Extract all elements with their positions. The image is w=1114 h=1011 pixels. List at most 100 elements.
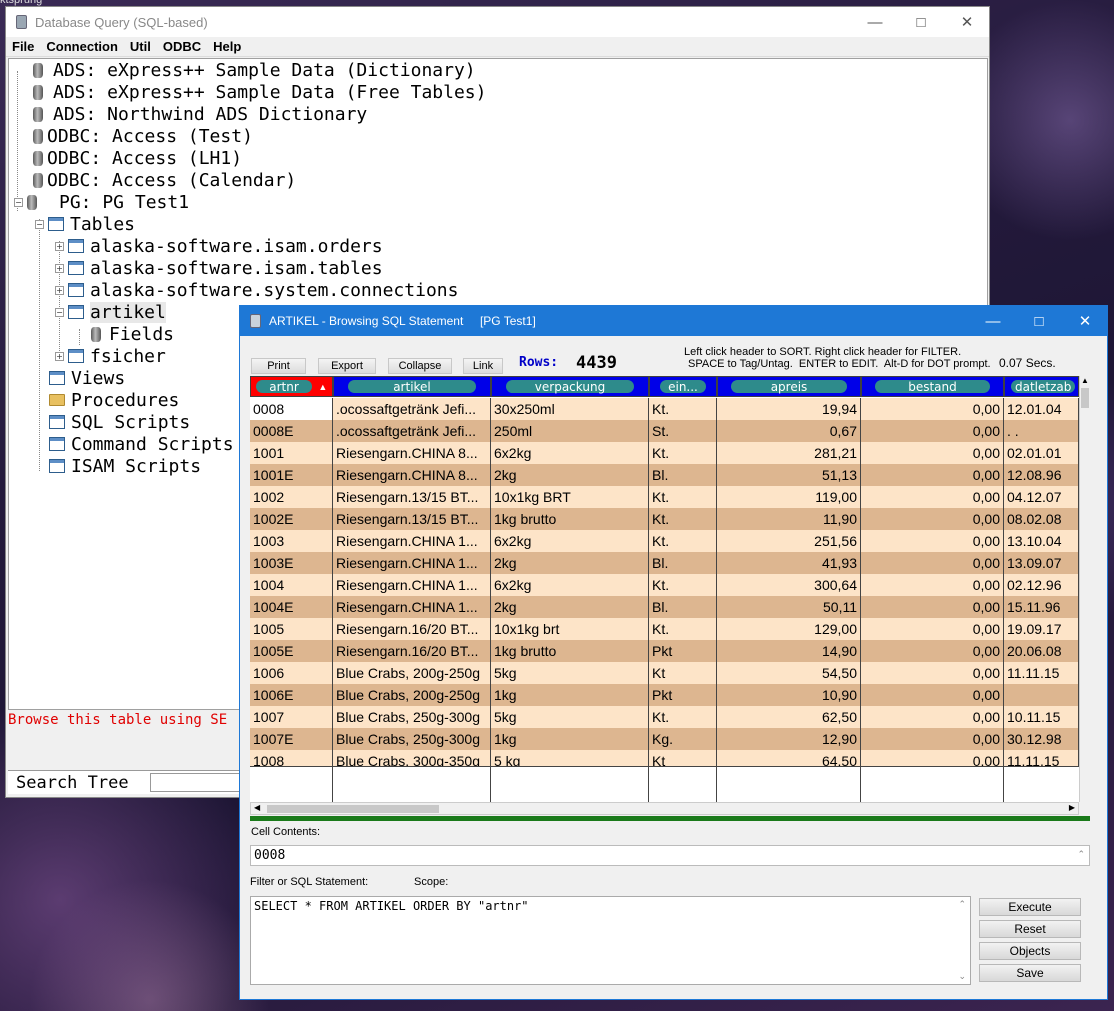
tree-node-ads-northwind[interactable]: ADS: Northwind ADS Dictionary xyxy=(33,103,367,125)
search-tree-input[interactable] xyxy=(150,773,250,792)
cell-apreis[interactable]: 19,94 xyxy=(717,398,861,420)
cell-artikel[interactable]: Riesengarn.CHINA 1... xyxy=(333,530,491,552)
cell-einheit[interactable]: Kg. xyxy=(649,728,717,750)
tree-node-odbc-test[interactable]: ODBC: Access (Test) xyxy=(33,125,253,147)
tree-node-system-connections[interactable]: + alaska-software.system.connections xyxy=(55,279,458,301)
table-row[interactable]: 1008 Blue Crabs, 300g-350g 5 kg Kt 64,50 0,00… xyxy=(250,750,1079,766)
cell-bestand[interactable]: 0,00 xyxy=(861,706,1004,728)
table-row[interactable]: 1003E Riesengarn.CHINA 1... 2kg Bl. 41,93 0,0… xyxy=(250,552,1079,574)
maximize-icon[interactable]: □ xyxy=(1016,306,1062,336)
cell-bestand[interactable]: 0,00 xyxy=(861,662,1004,684)
cell-artnr[interactable]: 1004E xyxy=(250,596,333,618)
cell-artnr[interactable]: 1005 xyxy=(250,618,333,640)
column-header-artnr[interactable]: artnr ▲ xyxy=(250,376,333,397)
tree-node-odbc-lh1[interactable]: ODBC: Access (LH1) xyxy=(33,147,242,169)
table-row[interactable]: 1004E Riesengarn.CHINA 1... 2kg Bl. 50,11 0,0… xyxy=(250,596,1079,618)
browse-titlebar[interactable]: ARTIKEL - Browsing SQL Statement [PG Tes… xyxy=(240,306,1107,336)
cell-artikel[interactable]: Blue Crabs, 300g-350g xyxy=(333,750,491,766)
tree-node-odbc-calendar[interactable]: ODBC: Access (Calendar) xyxy=(33,169,296,191)
column-header-einheit[interactable]: ein... xyxy=(649,376,717,397)
cell-bestand[interactable]: 0,00 xyxy=(861,574,1004,596)
cell-einheit[interactable]: Kt. xyxy=(649,706,717,728)
tree-node-isam-orders[interactable]: + alaska-software.isam.orders xyxy=(55,235,383,257)
tree-node-ads-dictionary[interactable]: ADS: eXpress++ Sample Data (Dictionary) xyxy=(33,59,476,81)
cell-datletzab[interactable]: 02.01.01 xyxy=(1004,442,1079,464)
cell-datletzab[interactable]: 13.10.04 xyxy=(1004,530,1079,552)
cell-einheit[interactable]: Pkt xyxy=(649,684,717,706)
cell-datletzab[interactable]: 11.11.15 xyxy=(1004,662,1079,684)
cell-bestand[interactable]: 0,00 xyxy=(861,640,1004,662)
tree-node-sql-scripts[interactable]: SQL Scripts xyxy=(49,411,190,433)
execute-button[interactable]: Execute xyxy=(979,898,1081,916)
cell-apreis[interactable]: 119,00 xyxy=(717,486,861,508)
cell-datletzab[interactable]: 08.02.08 xyxy=(1004,508,1079,530)
cell-apreis[interactable]: 41,93 xyxy=(717,552,861,574)
tree-node-pg-test1[interactable]: − PG: PG Test1 xyxy=(14,191,189,213)
cell-bestand[interactable]: 0,00 xyxy=(861,398,1004,420)
cell-bestand[interactable]: 0,00 xyxy=(861,618,1004,640)
cell-verpackung[interactable]: 6x2kg xyxy=(491,530,649,552)
table-row[interactable]: 1001 Riesengarn.CHINA 8... 6x2kg Kt. 281,21 0… xyxy=(250,442,1079,464)
tree-node-isam-tables[interactable]: + alaska-software.isam.tables xyxy=(55,257,383,279)
link-button[interactable]: Link xyxy=(463,358,503,374)
cell-datletzab[interactable]: 19.09.17 xyxy=(1004,618,1079,640)
cell-verpackung[interactable]: 10x1kg BRT xyxy=(491,486,649,508)
cell-datletzab[interactable]: 13.09.07 xyxy=(1004,552,1079,574)
cell-artnr[interactable]: 1001E xyxy=(250,464,333,486)
cell-bestand[interactable]: 0,00 xyxy=(861,486,1004,508)
table-row[interactable]: 1006 Blue Crabs, 200g-250g 5kg Kt 54,50 0,00 1… xyxy=(250,662,1079,684)
cell-artikel[interactable]: Riesengarn.13/15 BT... xyxy=(333,508,491,530)
table-row[interactable]: 1002E Riesengarn.13/15 BT... 1kg brutto Kt.… xyxy=(250,508,1079,530)
cell-verpackung[interactable]: 10x1kg brt xyxy=(491,618,649,640)
cell-einheit[interactable]: Kt xyxy=(649,750,717,766)
cell-apreis[interactable]: 0,67 xyxy=(717,420,861,442)
cell-apreis[interactable]: 62,50 xyxy=(717,706,861,728)
tree-node-fields[interactable]: Fields xyxy=(91,323,174,345)
cell-apreis[interactable]: 54,50 xyxy=(717,662,861,684)
cell-artnr[interactable]: 1007 xyxy=(250,706,333,728)
tree-node-isam-scripts[interactable]: ISAM Scripts xyxy=(49,455,201,477)
cell-artnr[interactable]: 0008E xyxy=(250,420,333,442)
splitter-bar[interactable] xyxy=(250,816,1090,821)
minimize-icon[interactable]: — xyxy=(852,7,898,37)
cell-bestand[interactable]: 0,00 xyxy=(861,684,1004,706)
cell-verpackung[interactable]: 1kg xyxy=(491,728,649,750)
cell-artikel[interactable]: Riesengarn.CHINA 1... xyxy=(333,574,491,596)
cell-artikel[interactable]: Riesengarn.CHINA 8... xyxy=(333,464,491,486)
cell-bestand[interactable]: 0,00 xyxy=(861,728,1004,750)
tree-node-fsicher[interactable]: + fsicher xyxy=(55,345,166,367)
cell-einheit[interactable]: Bl. xyxy=(649,464,717,486)
cell-artnr[interactable]: 1001 xyxy=(250,442,333,464)
cell-bestand[interactable]: 0,00 xyxy=(861,508,1004,530)
cell-artnr[interactable]: 1003 xyxy=(250,530,333,552)
cell-bestand[interactable]: 0,00 xyxy=(861,442,1004,464)
expand-icon[interactable]: + xyxy=(55,241,64,251)
cell-artnr[interactable]: 1002 xyxy=(250,486,333,508)
cell-artnr[interactable]: 1004 xyxy=(250,574,333,596)
tree-node-artikel[interactable]: − artikel xyxy=(55,301,166,323)
cell-artikel[interactable]: Riesengarn.CHINA 8... xyxy=(333,442,491,464)
cell-einheit[interactable]: Kt xyxy=(649,662,717,684)
cell-verpackung[interactable]: 1kg brutto xyxy=(491,640,649,662)
main-titlebar[interactable]: Database Query (SQL-based) — □ ✕ xyxy=(6,7,989,37)
print-button[interactable]: Print xyxy=(251,358,306,374)
column-header-bestand[interactable]: bestand xyxy=(861,376,1004,397)
collapse-icon[interactable]: − xyxy=(35,219,44,229)
cell-apreis[interactable]: 64,50 xyxy=(717,750,861,766)
cell-einheit[interactable]: Kt. xyxy=(649,618,717,640)
scroll-up-icon[interactable]: ▲ xyxy=(1081,376,1089,385)
cell-datletzab[interactable]: 10.11.15 xyxy=(1004,706,1079,728)
cell-artnr[interactable]: 1006 xyxy=(250,662,333,684)
table-row[interactable]: 0008 .ocossaftgetränk Jefi... 30x250ml Kt. 1… xyxy=(250,398,1079,420)
save-button[interactable]: Save xyxy=(979,964,1081,982)
tree-node-ads-free-tables[interactable]: ADS: eXpress++ Sample Data (Free Tables) xyxy=(33,81,486,103)
column-header-artikel[interactable]: artikel xyxy=(333,376,491,397)
cell-verpackung[interactable]: 5kg xyxy=(491,706,649,728)
sql-statement-input[interactable]: SELECT * FROM ARTIKEL ORDER BY "artnr" ⌃… xyxy=(250,896,971,985)
cell-apreis[interactable]: 50,11 xyxy=(717,596,861,618)
scroll-right-icon[interactable]: ▶ xyxy=(1069,803,1075,812)
scroll-down-icon[interactable]: ⌄ xyxy=(958,971,966,982)
cell-apreis[interactable]: 14,90 xyxy=(717,640,861,662)
table-row[interactable]: 0008E .ocossaftgetränk Jefi... 250ml St. 0,6… xyxy=(250,420,1079,442)
cell-artikel[interactable]: Riesengarn.13/15 BT... xyxy=(333,486,491,508)
